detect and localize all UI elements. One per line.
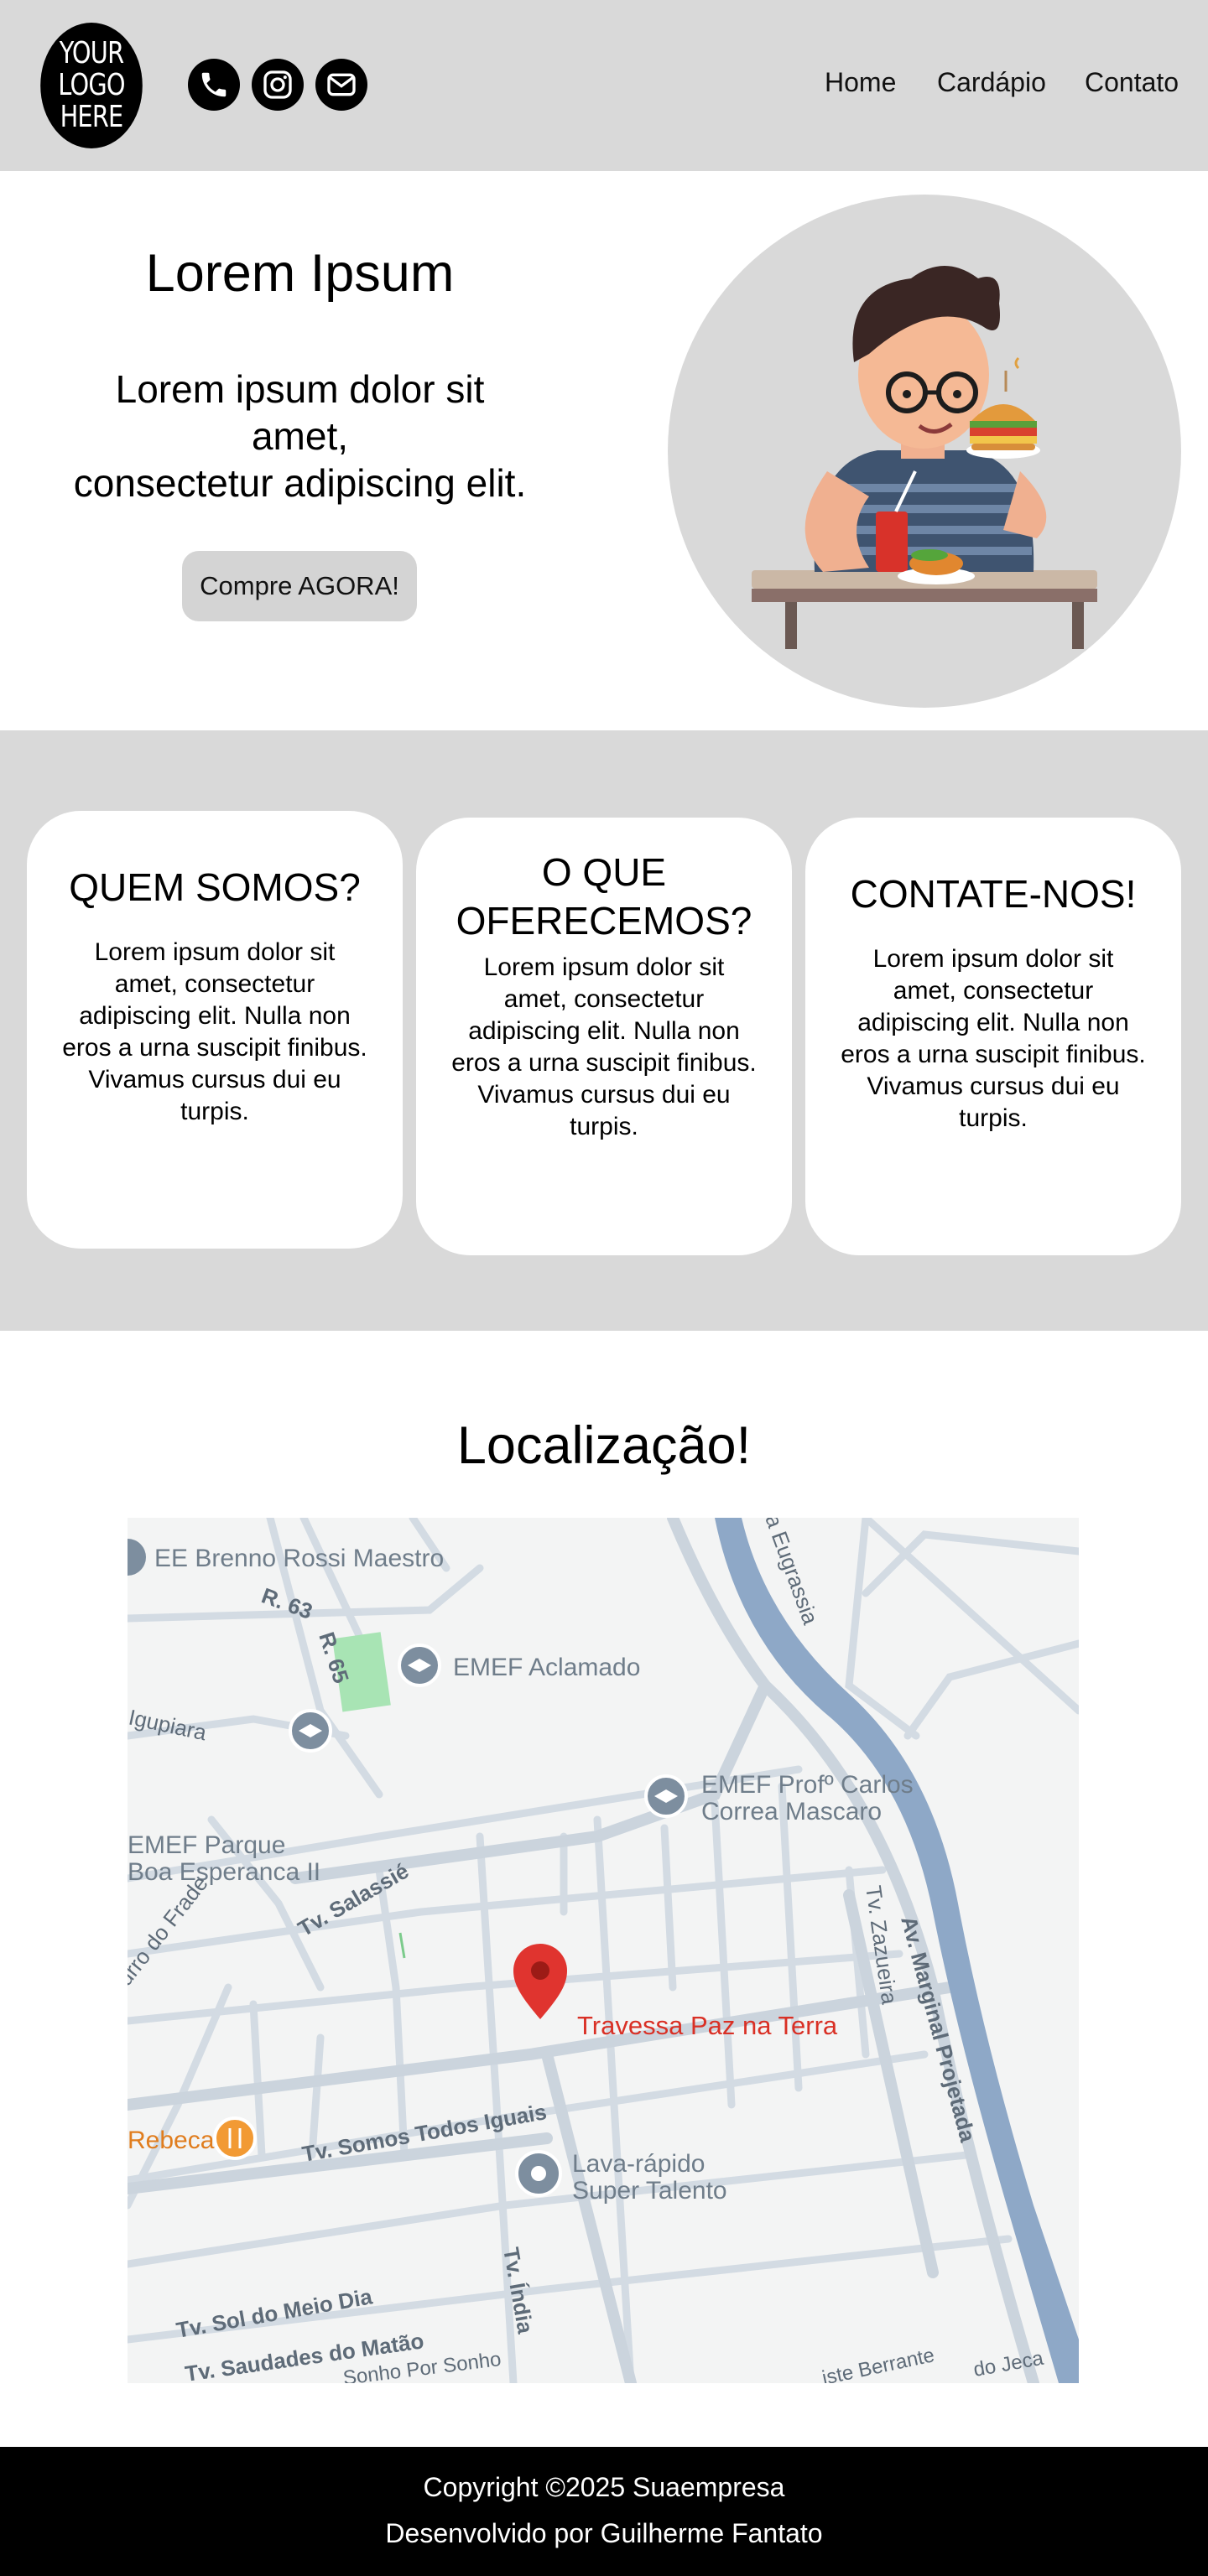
card-text: Lorem ipsum dolor sit amet, consectetur … — [62, 938, 367, 1125]
map-street-label: Tv. Sol do Meio Dia — [174, 2283, 375, 2343]
school-marker-icon[interactable] — [128, 1539, 146, 1576]
location-pin-icon[interactable] — [513, 1944, 567, 2019]
map-place-label: EMEF Aclamado — [453, 1654, 640, 1681]
footer-copyright: Copyright ©2025 Suaempresa — [423, 2472, 785, 2502]
location-title: Localização! — [456, 1416, 752, 1475]
logo-line-2: LOGO — [58, 68, 125, 102]
map-street-label: iste Berrante — [820, 2344, 937, 2383]
card-title: QUEM SOMOS? — [69, 865, 361, 909]
card-text: Lorem ipsum dolor sit amet, consectetur … — [451, 953, 757, 1140]
map-place-label: EMEF Parque — [128, 1831, 285, 1859]
nav-cardapio[interactable]: Cardápio — [937, 67, 1046, 98]
site-header: YOUR LOGO HERE Home Cardápio Contato — [0, 0, 1208, 171]
hero-subtitle-line-1: Lorem ipsum dolor sit amet, — [115, 367, 485, 458]
hero-subtitle: Lorem ipsum dolor sit amet, consectetur … — [67, 366, 533, 506]
location-map[interactable]: EE Brenno Rossi Maestro EMEF Aclamado EM… — [128, 1518, 1079, 2383]
logo-line-3: HERE — [60, 100, 124, 134]
map-street-label: Igupiara — [128, 1705, 209, 1746]
restaurant-marker-icon[interactable] — [213, 2116, 257, 2160]
logo-line-1: YOUR — [59, 36, 124, 70]
school-marker-icon[interactable] — [289, 1709, 332, 1753]
map-place-label: EMEF Profº Carlos — [701, 1771, 914, 1799]
buy-now-button[interactable]: Compre AGORA! — [182, 551, 417, 621]
place-marker-icon[interactable] — [515, 2150, 562, 2197]
map-place-label: Lava-rápido — [572, 2150, 705, 2178]
hero-title: Lorem Ipsum — [145, 244, 455, 303]
hero-illustration — [668, 195, 1181, 708]
map-place-label: EE Brenno Rossi Maestro — [154, 1545, 444, 1572]
card-quem-somos: QUEM SOMOS? Lorem ipsum dolor sit amet, … — [27, 811, 403, 1249]
map-place-label: Boa Esperanca II — [128, 1858, 320, 1886]
map-pin-label: Travessa Paz na Terra — [577, 2011, 838, 2040]
footer-developer: Desenvolvido por Guilherme Fantato — [385, 2518, 823, 2548]
info-cards-section: QUEM SOMOS? Lorem ipsum dolor sit amet, … — [0, 730, 1208, 1331]
nav-contato[interactable]: Contato — [1085, 67, 1179, 98]
logo[interactable]: YOUR LOGO HERE — [40, 23, 143, 148]
map-street-label: urro do Frade — [128, 1871, 213, 1991]
site-footer: Copyright ©2025 Suaempresa Desenvolvido … — [0, 2447, 1208, 2576]
card-o-que-oferecemos: O QUE OFERECEMOS? Lorem ipsum dolor sit … — [416, 818, 792, 1255]
school-marker-icon[interactable] — [398, 1644, 441, 1687]
school-marker-icon[interactable] — [644, 1774, 688, 1818]
map-place-label: Correa Mascaro — [701, 1798, 882, 1826]
card-text: Lorem ipsum dolor sit amet, consectetur … — [841, 945, 1146, 1132]
phone-icon[interactable] — [188, 59, 240, 111]
map-place-label: Rebeca — [128, 2127, 215, 2154]
hero-subtitle-line-2: consectetur adipiscing elit. — [73, 461, 527, 505]
mail-icon[interactable] — [315, 59, 367, 111]
map-place-label: Super Talento — [572, 2177, 727, 2205]
card-title: CONTATE-NOS! — [850, 872, 1137, 916]
card-contate-nos: CONTATE-NOS! Lorem ipsum dolor sit amet,… — [805, 818, 1181, 1255]
nav-home[interactable]: Home — [825, 67, 896, 98]
card-title: O QUE OFERECEMOS? — [456, 850, 752, 943]
instagram-icon[interactable] — [252, 59, 304, 111]
